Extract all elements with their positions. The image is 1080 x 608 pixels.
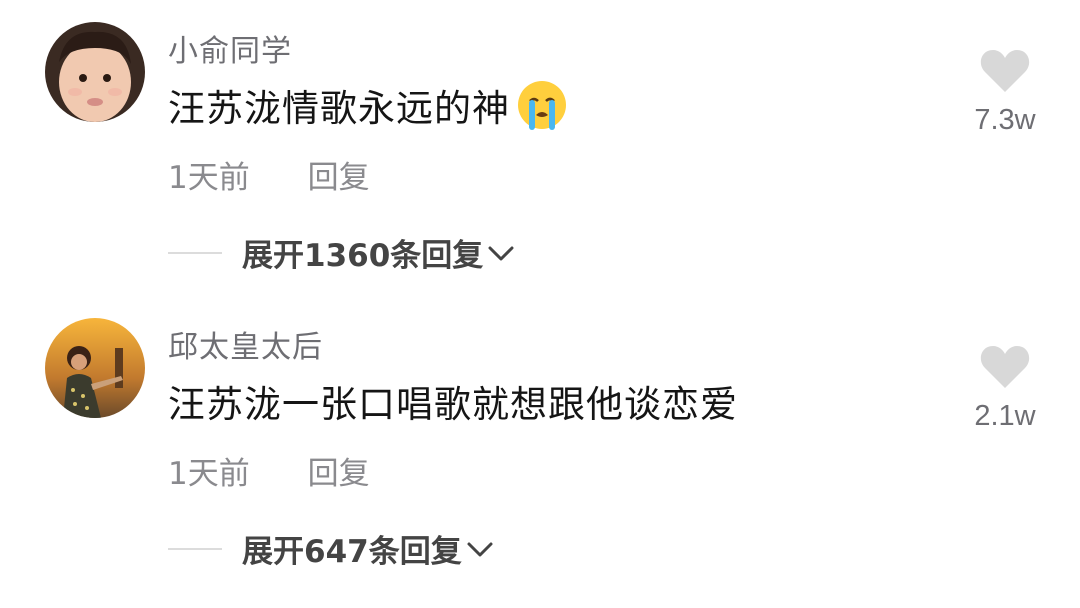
loudly-crying-face-icon xyxy=(516,79,568,131)
comment-text-content: 汪苏泷一张口唱歌就想跟他谈恋爱 xyxy=(168,383,738,426)
comment-item: 小俞同学 汪苏泷情歌永远的神 1天前 回复 7.3w 展开1360条回复 xyxy=(0,0,1080,304)
expand-replies-button[interactable]: 展开1360条回复 xyxy=(168,230,515,275)
divider-line xyxy=(168,547,222,550)
like-button[interactable]: 7.3w xyxy=(960,46,1050,137)
username[interactable]: 邱太皇太后 xyxy=(168,322,323,366)
heart-icon xyxy=(980,346,1030,388)
like-button[interactable]: 2.1w xyxy=(960,342,1050,433)
chevron-down-icon xyxy=(467,542,493,556)
like-count: 2.1w xyxy=(974,400,1036,432)
comment-time: 1天前 xyxy=(168,456,250,492)
comment-meta: 1天前 回复 xyxy=(168,448,370,493)
expand-replies-label: 展开647条回复 xyxy=(242,534,462,570)
avatar[interactable] xyxy=(45,318,145,418)
avatar-child-image xyxy=(45,22,145,122)
reply-button[interactable]: 回复 xyxy=(308,160,370,196)
username[interactable]: 小俞同学 xyxy=(168,26,292,70)
chevron-down-icon xyxy=(488,246,514,260)
comment-text: 汪苏泷情歌永远的神 xyxy=(168,78,568,132)
expand-replies-label: 展开1360条回复 xyxy=(242,238,484,274)
divider-line xyxy=(168,251,222,254)
heart-icon xyxy=(980,50,1030,92)
comment-text: 汪苏泷一张口唱歌就想跟他谈恋爱 xyxy=(168,374,738,428)
avatar-woman-image xyxy=(45,318,145,418)
like-count: 7.3w xyxy=(974,104,1036,136)
comment-time: 1天前 xyxy=(168,160,250,196)
comment-meta: 1天前 回复 xyxy=(168,152,370,197)
comment-item: 邱太皇太后 汪苏泷一张口唱歌就想跟他谈恋爱 1天前 回复 2.1w 展开647条… xyxy=(0,296,1080,600)
comment-text-content: 汪苏泷情歌永远的神 xyxy=(168,87,510,130)
reply-button[interactable]: 回复 xyxy=(308,456,370,492)
expand-replies-button[interactable]: 展开647条回复 xyxy=(168,526,494,571)
avatar[interactable] xyxy=(45,22,145,122)
